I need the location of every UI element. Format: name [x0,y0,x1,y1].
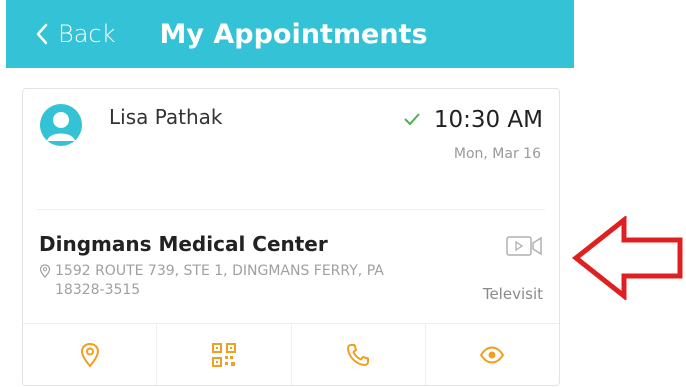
avatar-icon [40,104,82,146]
call-button[interactable] [292,324,426,385]
appointment-date: Mon, Mar 16 [453,146,541,162]
appointment-card[interactable]: Lisa Pathak 10:30 AM Mon, Mar 16 Dingman… [22,88,560,386]
location-button[interactable] [23,324,158,385]
location-pin-icon [39,264,51,278]
appointment-time: 10:30 AM [433,107,543,133]
action-bar [23,323,559,385]
video-camera-icon [506,236,542,256]
page-title: My Appointments [159,18,428,50]
qr-code-icon [211,342,236,367]
view-button[interactable] [426,324,559,385]
phone-icon [347,343,370,366]
chevron-left-icon [36,23,48,45]
card-divider [37,209,545,210]
qr-code-button[interactable] [157,324,292,385]
clinic-name: Dingmans Medical Center [39,232,328,256]
patient-name: Lisa Pathak [109,105,223,129]
clinic-address: 1592 ROUTE 739, STE 1, DINGMANS FERRY, P… [55,263,384,298]
red-arrow-annotation [572,216,683,300]
back-button[interactable]: Back [34,20,116,48]
check-icon [404,113,420,126]
visit-type: Televisit [482,285,543,303]
eye-icon [480,345,505,364]
app-header: Back My Appointments [6,0,574,68]
map-pin-icon [80,342,99,368]
back-label: Back [58,20,116,48]
